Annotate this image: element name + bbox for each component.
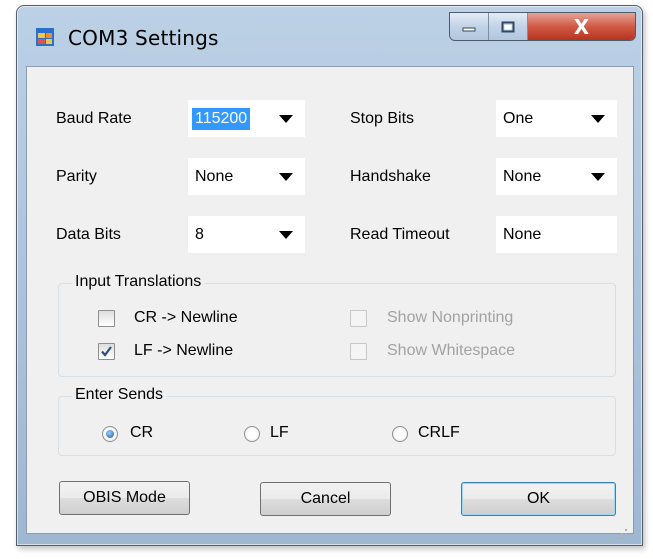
stop-bits-select[interactable]: One (496, 100, 617, 137)
lf-radio[interactable] (244, 426, 260, 442)
chevron-down-icon[interactable] (279, 172, 293, 181)
cr-newline-label[interactable]: CR -> Newline (134, 309, 238, 327)
show-nonprinting-checkbox (350, 310, 367, 327)
read-timeout-input[interactable]: None (496, 216, 617, 253)
parity-value: None (195, 167, 234, 185)
crlf-radio-label[interactable]: CRLF (418, 424, 460, 442)
ok-button[interactable]: OK (461, 482, 616, 516)
chevron-down-icon[interactable] (591, 172, 605, 181)
crlf-radio[interactable] (392, 426, 408, 442)
parity-select[interactable]: None (188, 158, 305, 195)
cr-radio[interactable] (102, 426, 118, 442)
window-title: COM3 Settings (68, 26, 219, 50)
checkmark-icon (101, 346, 112, 357)
chevron-down-icon[interactable] (591, 114, 605, 123)
input-translations-title: Input Translations (72, 273, 205, 291)
show-whitespace-checkbox (350, 343, 367, 360)
chevron-down-icon[interactable] (279, 114, 293, 123)
data-bits-select[interactable]: 8 (188, 216, 305, 253)
baud-rate-select[interactable]: 115200 (188, 100, 305, 137)
maximize-button[interactable] (489, 13, 528, 40)
read-timeout-label: Read Timeout (350, 226, 450, 243)
handshake-select[interactable]: None (496, 158, 617, 195)
obis-mode-button[interactable]: OBIS Mode (59, 481, 190, 515)
data-bits-label: Data Bits (56, 226, 121, 243)
close-button[interactable]: X (528, 13, 635, 40)
resize-grip-icon[interactable] (616, 528, 628, 540)
minimize-button[interactable] (450, 13, 489, 40)
maximize-icon (501, 21, 515, 32)
stop-bits-value: One (503, 109, 534, 127)
input-translations-group (58, 283, 616, 377)
app-window-icon (36, 28, 54, 46)
baud-rate-label: Baud Rate (56, 110, 132, 127)
minimize-icon (462, 27, 476, 31)
close-icon: X (573, 14, 590, 39)
lf-newline-label[interactable]: LF -> Newline (134, 342, 233, 360)
caption-buttons: X (449, 12, 636, 41)
radio-selected-dot (106, 430, 114, 438)
enter-sends-title: Enter Sends (72, 386, 167, 404)
parity-label: Parity (56, 168, 97, 185)
handshake-label: Handshake (350, 168, 431, 185)
lf-newline-checkbox[interactable] (98, 343, 115, 360)
cancel-button[interactable]: Cancel (260, 482, 391, 516)
data-bits-value: 8 (195, 225, 204, 243)
baud-rate-value: 115200 (192, 107, 251, 130)
chevron-down-icon[interactable] (279, 230, 293, 239)
show-whitespace-label: Show Whitespace (387, 342, 516, 359)
show-nonprinting-label: Show Nonprinting (387, 309, 514, 326)
lf-radio-label[interactable]: LF (270, 424, 289, 442)
cr-radio-label[interactable]: CR (130, 424, 153, 442)
handshake-value: None (503, 167, 542, 185)
cr-newline-checkbox[interactable] (98, 310, 115, 327)
stop-bits-label: Stop Bits (350, 110, 415, 127)
